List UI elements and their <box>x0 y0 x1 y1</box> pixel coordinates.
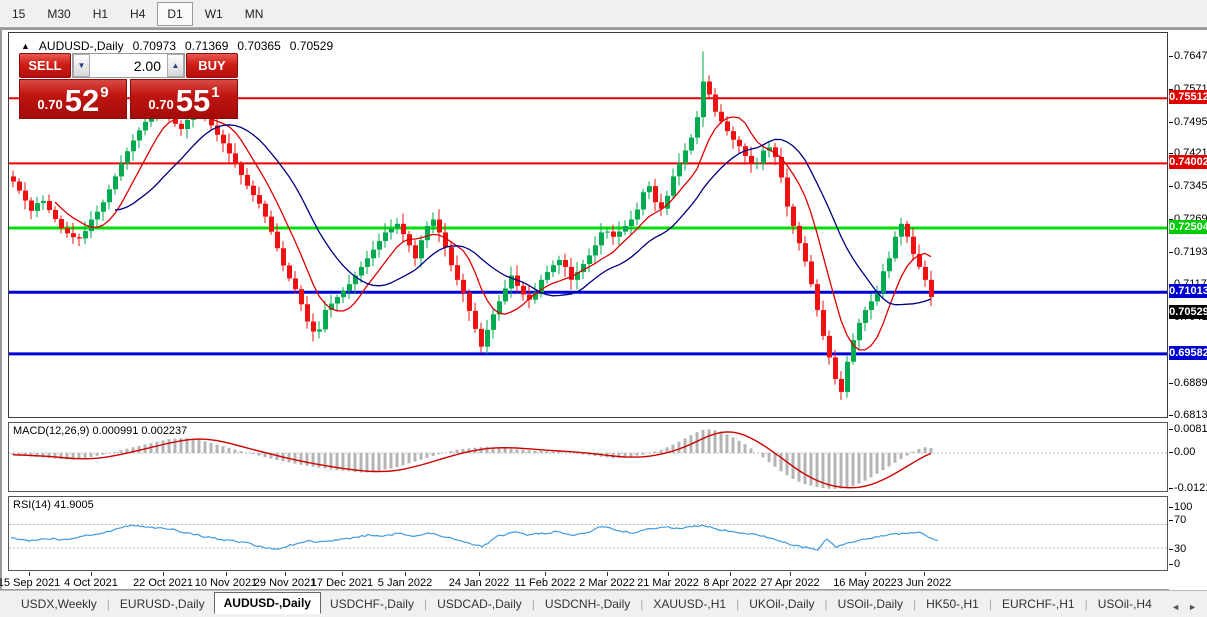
date-tick <box>545 572 546 576</box>
date-label: 27 Apr 2022 <box>760 577 820 589</box>
symbol-tab-bar: USDX,Weekly | EURUSD-,Daily AUDUSD-,Daily US… <box>0 590 1207 617</box>
chart-window: ▲ AUDUSD-,Daily 0.70973 0.71369 0.70365 … <box>0 28 1207 591</box>
date-label: 5 Jan 2022 <box>377 577 433 589</box>
tab-scroll-left-icon[interactable]: ◄ <box>1171 602 1180 612</box>
macd-indicator-panel[interactable]: MACD(12,26,9) 0.000991 0.002237 <box>8 422 1168 492</box>
tab-eurusd-daily[interactable]: EURUSD-,Daily <box>111 594 214 614</box>
tab-usdchf-daily[interactable]: USDCHF-,Daily <box>321 594 423 614</box>
date-tick <box>91 572 92 576</box>
rsi-axis-tick: 100 <box>1169 501 1193 513</box>
price-axis-tick: 0.68890 <box>1169 377 1207 389</box>
timeframe-button-M30[interactable]: M30 <box>37 2 80 26</box>
tab-usdx-weekly[interactable]: USDX,Weekly <box>12 594 106 614</box>
date-tick <box>285 572 286 576</box>
date-tick <box>790 572 791 576</box>
rsi-label: RSI(14) 41.9005 <box>13 499 94 511</box>
volume-stepper: ▼ ▲ <box>72 53 185 78</box>
one-click-trade-panel: SELL ▼ ▲ BUY 0.70 52 9 0.70 <box>19 53 238 119</box>
date-label: 3 Jun 2022 <box>896 577 952 589</box>
timeframe-button-D1[interactable]: D1 <box>157 1 193 26</box>
timeframe-button-15[interactable]: 15 <box>2 2 35 26</box>
date-tick <box>163 572 164 576</box>
trading-terminal: 15 M30 H1 H4 D1 W1 MN ▲ AUDUSD-,Daily 0.70973 … <box>0 0 1207 617</box>
macd-axis-tick: 0.008197 <box>1169 423 1207 435</box>
buy-button[interactable]: BUY <box>186 53 238 78</box>
price-axis-tick: 0.73450 <box>1169 180 1207 192</box>
timeframe-button-MN[interactable]: MN <box>235 2 274 26</box>
date-tick <box>924 572 925 576</box>
date-tick <box>865 572 866 576</box>
tab-ukoil-daily[interactable]: UKOil-,Daily <box>740 594 823 614</box>
sell-button[interactable]: SELL <box>19 53 71 78</box>
date-tick <box>730 572 731 576</box>
date-label: 4 Oct 2021 <box>64 577 118 589</box>
rsi-axis-tick: 70 <box>1169 514 1187 526</box>
macd-axis-tick: -0.01212 <box>1169 482 1207 494</box>
macd-axis-tick: 0.00 <box>1169 446 1196 458</box>
ohlc-high: 0.71369 <box>185 39 229 53</box>
price-level-badge: 0.72504 <box>1169 219 1207 234</box>
rsi-indicator-panel[interactable]: RSI(14) 41.9005 <box>8 496 1168 571</box>
date-tick <box>405 572 406 576</box>
buy-price-pips: 55 <box>175 82 211 118</box>
price-axis-tick: 0.71930 <box>1169 246 1207 258</box>
tab-usoil-daily[interactable]: USOil-,Daily <box>829 594 912 614</box>
ohlc-close: 0.70529 <box>289 39 334 53</box>
price-axis: 0.764700.757100.749500.742100.734500.726… <box>1169 30 1207 591</box>
tab-scroll-right-icon[interactable]: ► <box>1188 602 1197 612</box>
rsi-axis-tick: 0 <box>1169 558 1181 570</box>
volume-decrease-icon[interactable]: ▼ <box>73 54 90 77</box>
chart-title: ▲ AUDUSD-,Daily 0.70973 0.71369 0.70365 … <box>21 39 333 53</box>
timeframe-button-H4[interactable]: H4 <box>120 2 155 26</box>
timeframe-button-W1[interactable]: W1 <box>195 2 233 26</box>
tab-hk50-h1[interactable]: HK50-,H1 <box>917 594 988 614</box>
current-price-badge: 0.70529 <box>1169 305 1207 320</box>
macd-label: MACD(12,26,9) 0.000991 0.002237 <box>13 425 188 437</box>
price-level-badge: 0.75512 <box>1169 90 1207 105</box>
volume-increase-icon[interactable]: ▲ <box>167 54 184 77</box>
date-tick <box>29 572 30 576</box>
date-tick <box>226 572 227 576</box>
price-chart[interactable]: ▲ AUDUSD-,Daily 0.70973 0.71369 0.70365 … <box>8 32 1168 418</box>
date-tick <box>479 572 480 576</box>
tab-usoil-h4[interactable]: USOil-,H4 <box>1089 594 1161 614</box>
buy-price-prefix: 0.70 <box>148 97 174 112</box>
timeframe-toolbar: 15 M30 H1 H4 D1 W1 MN <box>0 0 1207 28</box>
date-axis: 15 Sep 2021 4 Oct 2021 22 Oct 2021 10 Nov 2… <box>0 572 1168 590</box>
price-axis-tick: 0.74950 <box>1169 116 1207 128</box>
price-level-badge: 0.74002 <box>1169 155 1207 170</box>
buy-price-display[interactable]: 0.70 55 1 <box>130 79 238 119</box>
expand-icon[interactable]: ▲ <box>21 41 30 51</box>
price-level-badge: 0.71013 <box>1169 284 1207 299</box>
sell-price-pips: 52 <box>64 82 100 118</box>
sell-price-prefix: 0.70 <box>37 97 63 112</box>
buy-price-point: 1 <box>211 84 220 101</box>
price-level-badge: 0.69582 <box>1169 345 1207 360</box>
tab-usdcnh-daily[interactable]: USDCNH-,Daily <box>536 594 639 614</box>
rsi-axis-tick: 30 <box>1169 543 1187 555</box>
tab-nav: ◄ ► <box>1171 602 1207 614</box>
tab-eurchf-h1[interactable]: EURCHF-,H1 <box>993 594 1084 614</box>
volume-input[interactable] <box>90 54 167 77</box>
date-tick <box>607 572 608 576</box>
tab-usdcad-daily[interactable]: USDCAD-,Daily <box>428 594 531 614</box>
sell-price-display[interactable]: 0.70 52 9 <box>19 79 127 119</box>
timeframe-button-H1[interactable]: H1 <box>83 2 118 26</box>
tab-xauusd-h1[interactable]: XAUUSD-,H1 <box>644 594 735 614</box>
sell-price-point: 9 <box>100 84 109 101</box>
symbol-label: AUDUSD-,Daily <box>38 39 124 53</box>
date-tick <box>668 572 669 576</box>
rsi-plot <box>9 524 1167 551</box>
tab-audusd-daily[interactable]: AUDUSD-,Daily <box>213 592 321 614</box>
price-axis-tick: 0.68130 <box>1169 409 1207 421</box>
ohlc-low: 0.70365 <box>237 39 281 53</box>
ohlc-open: 0.70973 <box>132 39 176 53</box>
date-tick <box>342 572 343 576</box>
price-axis-tick: 0.76470 <box>1169 50 1207 62</box>
